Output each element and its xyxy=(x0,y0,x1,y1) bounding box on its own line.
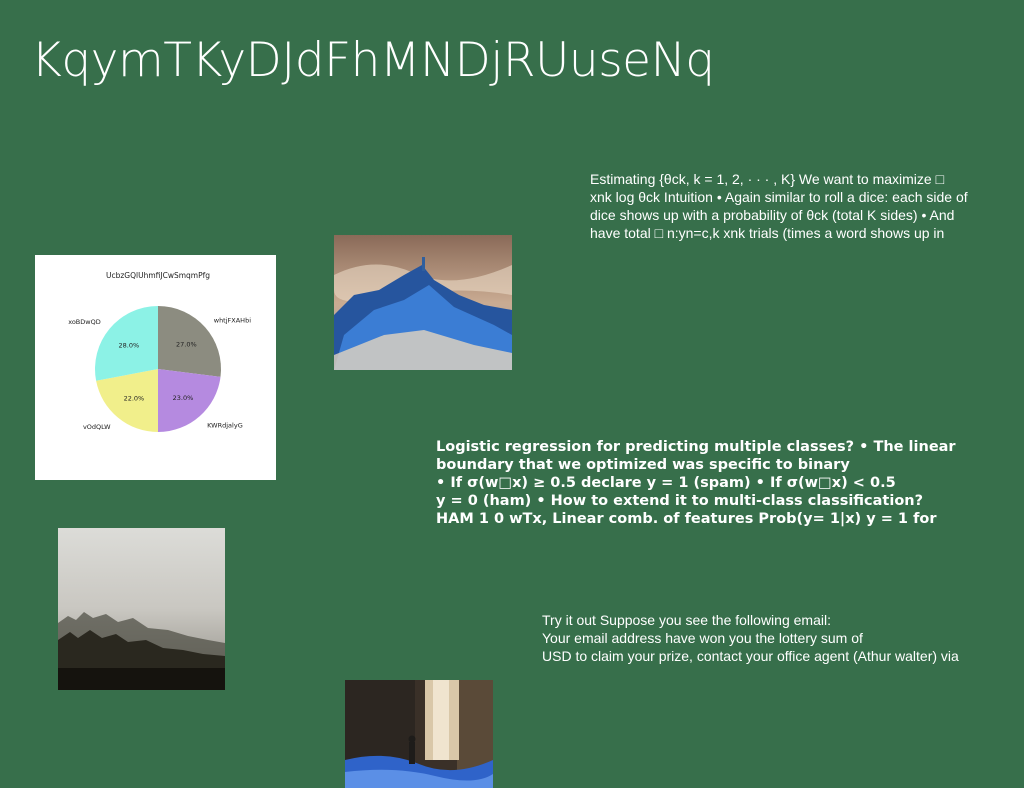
pie-slice-pct-label: 27.0% xyxy=(176,341,197,349)
estimating-paragraph: Estimating {θck, k = 1, 2, · · · , K} We… xyxy=(590,171,968,241)
pie-slice-category-label: whtjFXAHbi xyxy=(214,316,251,324)
pie-chart: UcbzGQlUhmfiJCwSmqmPfg 27.0% whtjFXAHbi 23… xyxy=(35,255,276,480)
logistic-paragraph: Logistic regression for predicting multi… xyxy=(436,439,956,527)
mountain-photo xyxy=(334,235,512,370)
pie-slice-pct-label: 23.0% xyxy=(173,394,194,402)
chart-title: UcbzGQlUhmfiJCwSmqmPfg xyxy=(106,271,210,280)
foggy-forest-photo xyxy=(58,528,225,690)
pie-chart-svg: UcbzGQlUhmfiJCwSmqmPfg 27.0% whtjFXAHbi 23… xyxy=(68,271,251,432)
pie-slice-pct-label: 28.0% xyxy=(119,341,140,349)
slide-title: KqymTKyDJdFhMNDjRUuseNq xyxy=(31,33,715,88)
pie-slice-category-label: xoBDwQD xyxy=(68,318,101,326)
pie-slice-category-label: KWRdjalyG xyxy=(207,421,243,429)
pie-slice-pct-label: 22.0% xyxy=(124,395,145,403)
waterfall-photo xyxy=(345,680,493,788)
email-paragraph: Try it out Suppose you see the following… xyxy=(542,612,959,664)
pie-slice-category-label: vOdQLW xyxy=(83,423,111,431)
